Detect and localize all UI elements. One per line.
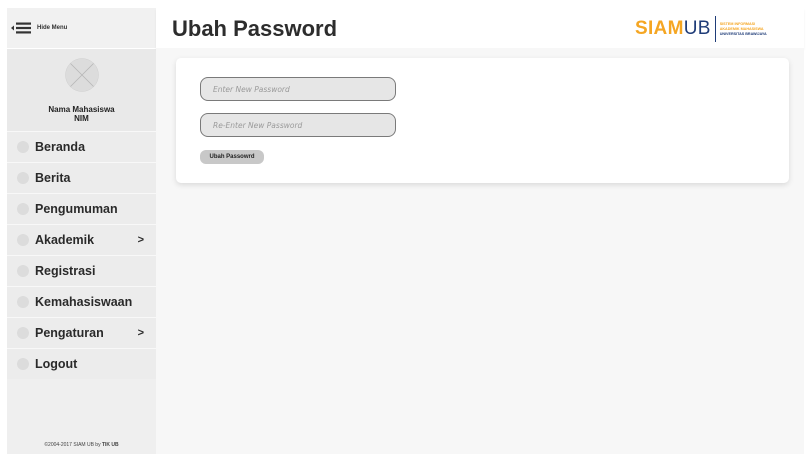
sidebar-item-akademik[interactable]: Akademik > bbox=[7, 224, 156, 255]
sidebar-item-pengumuman[interactable]: Pengumuman bbox=[7, 193, 156, 224]
hide-menu-toggle[interactable]: Hide Menu bbox=[7, 8, 156, 48]
circle-icon bbox=[17, 172, 29, 184]
sidebar-item-registrasi[interactable]: Registrasi bbox=[7, 255, 156, 286]
sidebar-item-label: Berita bbox=[35, 171, 71, 185]
circle-icon bbox=[17, 203, 29, 215]
sidebar-item-pengaturan[interactable]: Pengaturan > bbox=[7, 317, 156, 348]
siamub-logo: SIAM UB SISTEM INFORMASI AKADEMIK MAHASI… bbox=[635, 15, 767, 43]
chevron-right-icon[interactable]: > bbox=[138, 327, 144, 339]
logo-divider bbox=[714, 16, 716, 42]
copyright: ©2004-2017 SIAM UB by TIK UB bbox=[7, 442, 156, 448]
sidebar-item-kemahasiswaan[interactable]: Kemahasiswaan bbox=[7, 286, 156, 317]
circle-icon bbox=[17, 234, 29, 246]
sidebar-item-label: Beranda bbox=[35, 140, 86, 154]
logo-ub-text: UB bbox=[683, 18, 711, 39]
circle-icon bbox=[17, 265, 29, 277]
hamburger-arrow-icon[interactable] bbox=[11, 21, 35, 35]
circle-icon bbox=[17, 358, 29, 370]
circle-icon bbox=[17, 327, 29, 339]
student-nim: NIM bbox=[74, 114, 89, 123]
student-name: Nama Mahasiswa bbox=[48, 105, 115, 114]
new-password-field[interactable] bbox=[200, 77, 396, 101]
sidebar-nav: Beranda Berita Pengumuman Akademik > Reg… bbox=[7, 131, 156, 379]
sidebar-item-label: Pengumuman bbox=[35, 202, 118, 216]
change-password-card: Ubah Passowrd bbox=[176, 58, 789, 183]
avatar-placeholder-icon bbox=[64, 58, 99, 92]
sidebar-item-label: Logout bbox=[35, 357, 78, 371]
circle-icon bbox=[17, 296, 29, 308]
circle-icon bbox=[17, 141, 29, 153]
reenter-password-field[interactable] bbox=[200, 113, 396, 137]
sidebar-item-berita[interactable]: Berita bbox=[7, 162, 156, 193]
logo-tagline: SISTEM INFORMASI AKADEMIK MAHASISWA UNIV… bbox=[720, 22, 767, 37]
sidebar-item-label: Akademik bbox=[35, 233, 95, 247]
copyright-brand: TIK UB bbox=[101, 442, 119, 448]
sidebar: Hide Menu Nama Mahasiswa NIM Beranda Ber… bbox=[7, 8, 156, 454]
logo-tagline-line3: UNIVERSITAS BRAWIJAYA bbox=[719, 31, 767, 36]
change-password-button[interactable]: Ubah Passowrd bbox=[200, 150, 264, 164]
sidebar-item-logout[interactable]: Logout bbox=[7, 348, 156, 379]
hide-menu-label[interactable]: Hide Menu bbox=[37, 25, 67, 31]
logo-siam-text: SIAM bbox=[635, 18, 684, 39]
user-profile: Nama Mahasiswa NIM bbox=[7, 48, 156, 131]
page-header: Ubah Password SIAM UB SISTEM INFORMASI A… bbox=[156, 8, 804, 48]
chevron-right-icon[interactable]: > bbox=[138, 234, 144, 246]
sidebar-item-label: Pengaturan bbox=[35, 326, 104, 340]
copyright-text: ©2004-2017 SIAM UB by bbox=[44, 442, 102, 448]
main-content: Ubah Passowrd bbox=[156, 48, 804, 454]
sidebar-item-label: Kemahasiswaan bbox=[35, 295, 133, 309]
sidebar-item-beranda[interactable]: Beranda bbox=[7, 131, 156, 162]
sidebar-item-label: Registrasi bbox=[35, 264, 96, 278]
page-title: Ubah Password bbox=[172, 16, 338, 41]
